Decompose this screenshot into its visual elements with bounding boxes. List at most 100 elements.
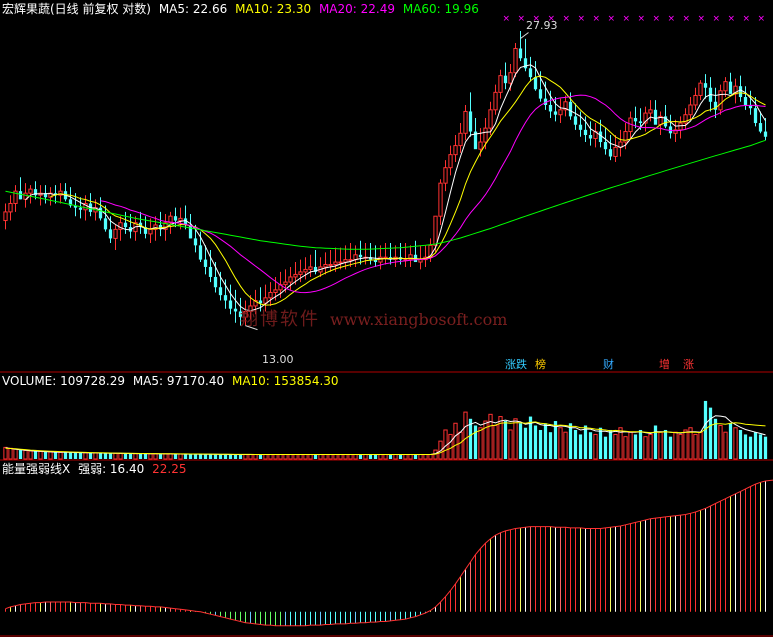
info-marker: × — [713, 14, 721, 24]
volume-bar — [518, 423, 523, 459]
volume-bar — [113, 452, 118, 460]
volume-bar — [538, 429, 543, 459]
volume-bar — [28, 450, 33, 460]
price-header: 宏辉果蔬(日线 前复权 对数) MA5: 22.66 MA10: 23.30 M… — [2, 2, 483, 16]
volume-bar — [423, 454, 428, 460]
volume-bar — [73, 452, 78, 459]
volume-bar — [353, 454, 358, 460]
candle-body — [198, 245, 203, 260]
volume-bar — [678, 433, 683, 460]
volume-bar — [348, 454, 353, 460]
volume-bar — [333, 454, 338, 460]
candle-body — [698, 82, 703, 96]
volume-bar — [153, 453, 158, 460]
ma5-label: MA5: 22.66 — [158, 2, 228, 16]
volume-bar — [358, 454, 363, 459]
info-marker: × — [638, 14, 646, 24]
stock-title: 宏辉果蔬(日线 前复权 对数) — [2, 2, 151, 16]
candle-body — [298, 271, 303, 275]
candle-body — [288, 276, 293, 283]
candle-body — [78, 207, 83, 210]
candle-body — [463, 110, 468, 134]
volume-bar — [573, 429, 578, 459]
candle-body — [518, 48, 523, 59]
badge-zeng[interactable]: 增 — [657, 358, 672, 372]
volume-bar — [33, 451, 38, 459]
ma60-line — [5, 139, 766, 250]
volume-header: VOLUME: 109728.29 MA5: 97170.40 MA10: 15… — [2, 374, 343, 388]
high-price-label: 27.93 — [526, 19, 558, 32]
candle-body — [638, 121, 643, 124]
volume-bar — [583, 425, 588, 459]
volume-bar — [738, 429, 743, 459]
candle-body — [738, 86, 743, 98]
volume-bar — [328, 454, 333, 460]
volume-bar — [383, 454, 388, 460]
volume-bar — [718, 425, 723, 460]
volume-bar — [608, 429, 613, 459]
candle-body — [583, 129, 588, 136]
energy-value-label: 22.25 — [152, 462, 187, 476]
volume-bar — [103, 453, 108, 459]
badge-zhang[interactable]: 涨 — [681, 358, 696, 372]
candle-body — [123, 222, 128, 228]
volume-bar — [173, 454, 178, 459]
volume-bar — [208, 454, 213, 459]
volume-bar — [748, 436, 753, 459]
badge-zhangdie[interactable]: 涨跌 — [503, 358, 529, 372]
ma10-label: MA10: 23.30 — [235, 2, 312, 16]
ma20-label: MA20: 22.49 — [318, 2, 395, 16]
volume-bar — [238, 454, 243, 459]
candle-body — [18, 191, 23, 200]
candle-body — [468, 111, 473, 132]
ma10-line — [50, 75, 766, 306]
volume-bar — [198, 454, 203, 459]
candle-body — [703, 83, 708, 88]
candle-body — [503, 75, 508, 84]
volume-bar — [58, 451, 63, 460]
volume-bar — [633, 434, 638, 459]
candle-body — [208, 266, 213, 277]
candle-body — [743, 97, 748, 105]
badge-cai[interactable]: 财 — [601, 358, 616, 372]
volume-bar — [728, 423, 733, 459]
volume-bar — [398, 454, 403, 459]
volume-bar — [268, 454, 273, 460]
candle-body — [553, 111, 558, 115]
volume-bar — [168, 453, 173, 460]
volume-bar — [243, 454, 248, 460]
watermark-url: www.xiangbosoft.com — [330, 310, 508, 329]
badge-bang[interactable]: 榜 — [533, 358, 548, 372]
candle-body — [273, 289, 278, 293]
volume-bar — [683, 429, 688, 460]
candle-body — [498, 75, 503, 93]
candle-body — [758, 123, 763, 132]
volume-bar — [133, 453, 138, 460]
volume-ma10-label: MA10: 153854.30 — [231, 374, 339, 388]
volume-bar — [578, 434, 583, 459]
info-marker: × — [743, 14, 751, 24]
volume-bar — [143, 453, 148, 459]
volume-bar — [228, 454, 233, 459]
volume-bar — [458, 431, 463, 460]
info-marker: × — [593, 14, 601, 24]
volume-bar — [418, 454, 423, 460]
candle-body — [608, 149, 613, 157]
volume-bar — [303, 454, 308, 460]
candle-body — [718, 90, 723, 111]
candle-body — [648, 109, 653, 114]
volume-bar — [763, 436, 768, 459]
volume-bar — [283, 454, 288, 460]
candle-body — [233, 308, 238, 312]
volume-bar — [338, 454, 343, 460]
candle-body — [513, 47, 518, 74]
candle-body — [188, 224, 193, 239]
volume-bar — [388, 454, 393, 459]
candle-body — [108, 229, 113, 239]
candle-body — [213, 276, 218, 288]
volume-bar — [278, 454, 283, 460]
volume-bar — [663, 429, 668, 459]
watermark-brand: 翔博软件 — [240, 309, 320, 330]
candle-body — [653, 109, 658, 125]
volume-bar — [613, 433, 618, 460]
